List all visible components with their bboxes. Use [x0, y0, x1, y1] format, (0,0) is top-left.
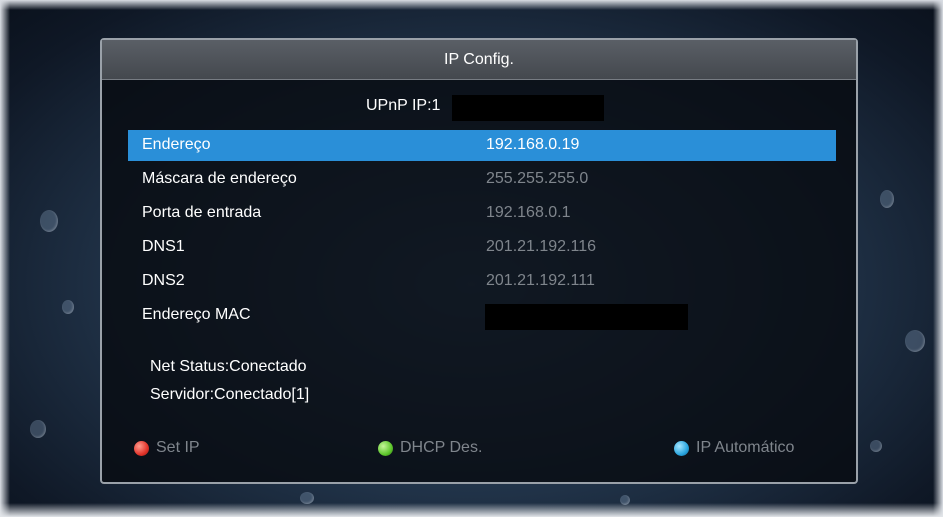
row-label: DNS1 — [142, 238, 185, 255]
row-label: DNS2 — [142, 272, 185, 289]
set-ip-key[interactable]: Set IP — [134, 438, 244, 460]
upnp-ip-label: UPnP IP:1 — [366, 97, 441, 114]
ip-automatico-key[interactable]: IP Automático — [674, 438, 836, 460]
set-ip-label: Set IP — [156, 439, 200, 456]
background-drop — [870, 440, 882, 452]
upnp-ip-redaction — [452, 95, 604, 121]
dialog-title: IP Config. — [102, 40, 856, 80]
background-drop — [905, 330, 925, 352]
row-dns1[interactable]: DNS1 201.21.192.116 — [128, 232, 836, 263]
dhcp-des-key[interactable]: DHCP Des. — [378, 438, 508, 460]
ip-automatico-label: IP Automático — [696, 439, 795, 456]
upnp-ip-line: UPnP IP:1 — [102, 94, 856, 121]
row-label: Endereço MAC — [142, 306, 251, 323]
row-mascara[interactable]: Máscara de endereço 255.255.255.0 — [128, 164, 836, 195]
net-status-text: Net Status:Conectado — [150, 358, 307, 375]
background-drop — [62, 300, 74, 314]
row-value: 201.21.192.111 — [486, 272, 595, 289]
dhcp-des-label: DHCP Des. — [400, 439, 483, 456]
frame-edge-bottom — [0, 503, 943, 517]
ip-config-dialog: IP Config. UPnP IP:1 Endereço 192.168.0.… — [100, 38, 858, 484]
row-value: 192.168.0.1 — [486, 204, 571, 221]
red-button-icon — [134, 441, 149, 456]
row-label: Máscara de endereço — [142, 170, 297, 187]
row-label: Endereço — [142, 136, 211, 153]
row-value: 255.255.255.0 — [486, 170, 589, 187]
background-drop — [30, 420, 46, 438]
row-value: 201.21.192.116 — [486, 238, 597, 255]
row-endereco-mac[interactable]: Endereço MAC — [128, 300, 836, 331]
frame-edge-top — [0, 0, 943, 10]
background-drop — [40, 210, 58, 232]
row-value: 192.168.0.19 — [486, 136, 580, 153]
server-status-text: Servidor:Conectado[1] — [150, 386, 310, 403]
frame-edge-left — [0, 0, 10, 517]
background-drop — [880, 190, 894, 208]
blue-button-icon — [674, 441, 689, 456]
frame-edge-right — [933, 0, 943, 517]
row-endereco[interactable]: Endereço 192.168.0.19 — [128, 130, 836, 161]
row-dns2[interactable]: DNS2 201.21.192.111 — [128, 266, 836, 297]
green-button-icon — [378, 441, 393, 456]
row-label: Porta de entrada — [142, 204, 262, 221]
mac-address-redaction — [485, 304, 688, 330]
row-porta-entrada[interactable]: Porta de entrada 192.168.0.1 — [128, 198, 836, 229]
